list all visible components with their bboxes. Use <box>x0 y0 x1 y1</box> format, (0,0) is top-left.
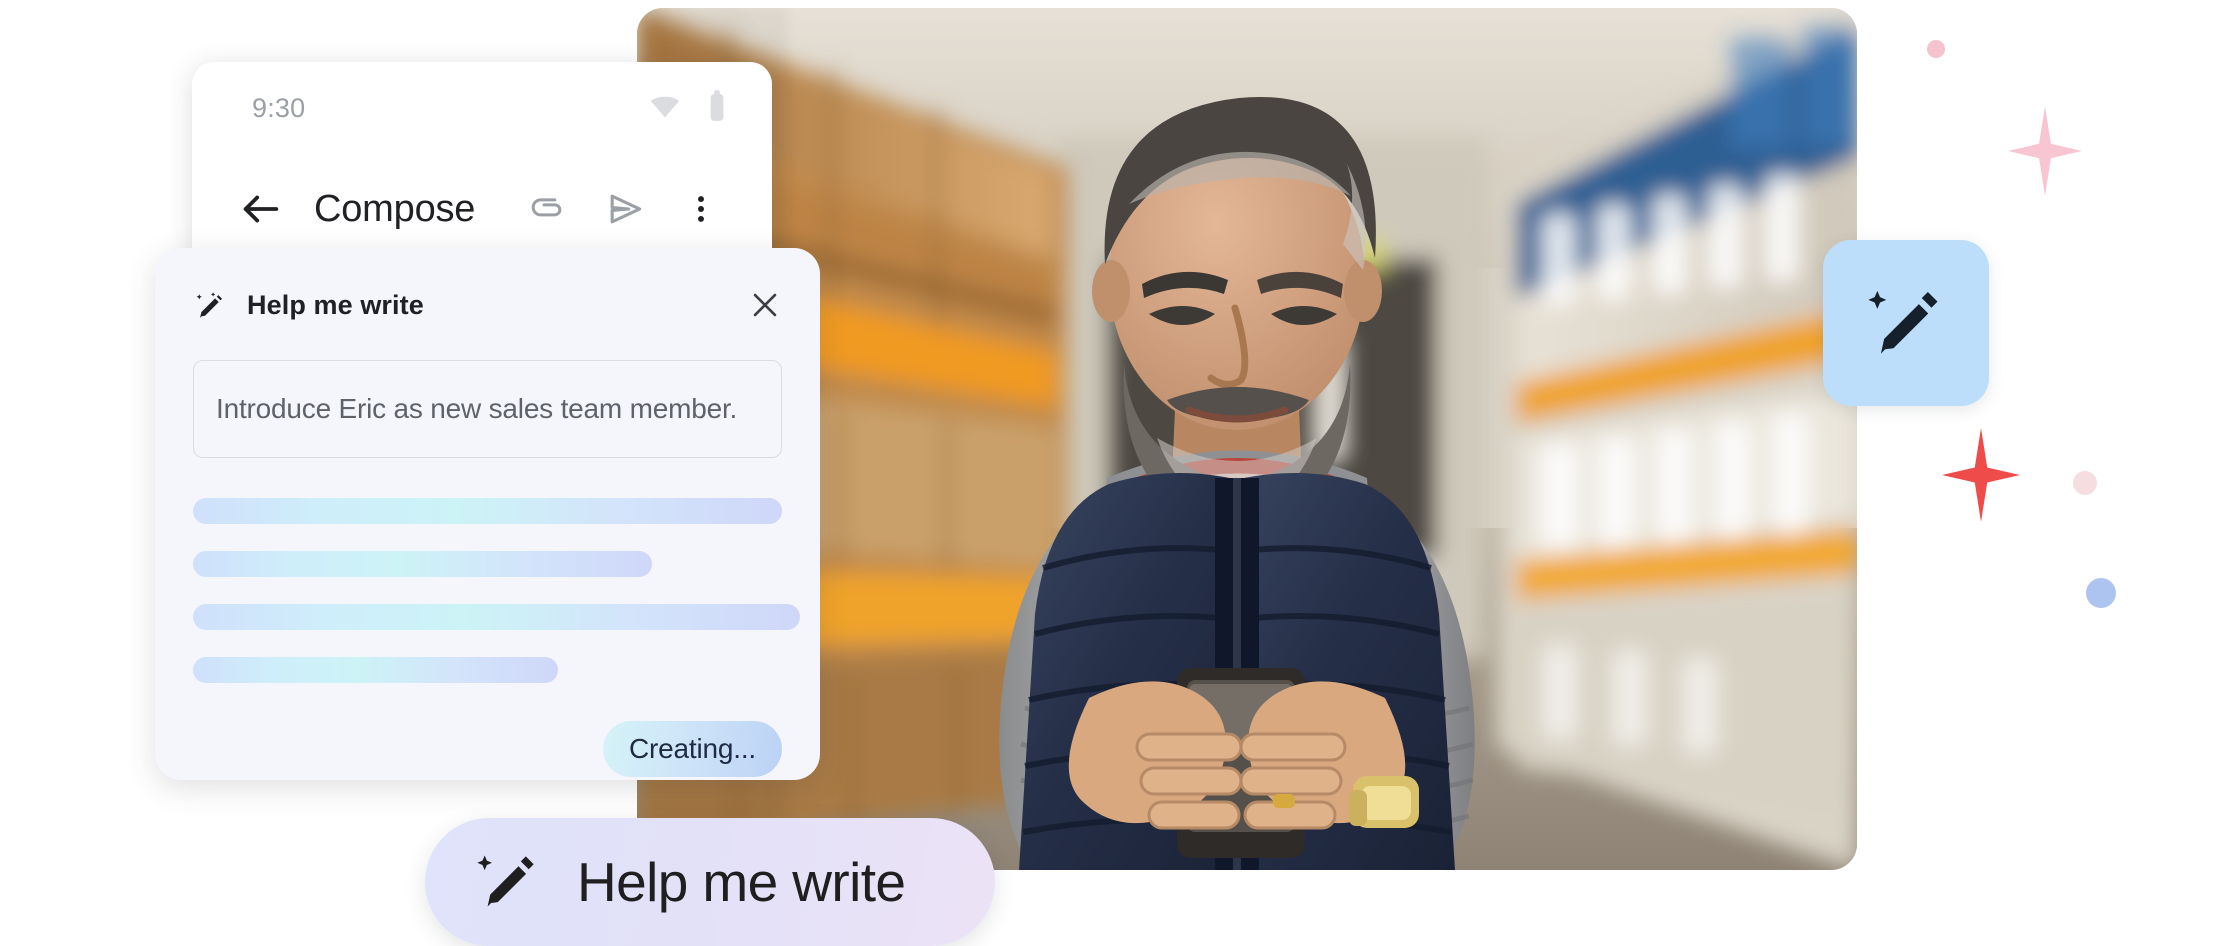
generating-skeleton <box>193 498 800 683</box>
pink-dot-small <box>1927 40 1945 58</box>
back-arrow-icon[interactable] <box>234 182 288 236</box>
compose-title: Compose <box>314 187 476 230</box>
red-sparkle <box>1942 428 2020 522</box>
page-root: 9:30 Compose Help me write Introduce Eri… <box>0 0 2240 946</box>
help-me-write-pill-button[interactable]: Help me write <box>425 818 995 946</box>
create-button[interactable]: Creating... <box>603 721 782 777</box>
magic-pencil-icon <box>473 845 543 920</box>
skeleton-line <box>193 498 782 524</box>
wifi-icon <box>648 89 682 128</box>
prompt-input[interactable]: Introduce Eric as new sales team member. <box>193 360 782 458</box>
status-bar-clock: 9:30 <box>252 92 306 123</box>
help-me-write-title: Help me write <box>247 289 424 320</box>
help-me-write-pill-label: Help me write <box>577 851 906 913</box>
hero-photo <box>637 8 1857 870</box>
magic-pencil-icon <box>193 288 227 322</box>
status-bar-icons <box>648 89 728 128</box>
pink-sparkle <box>2008 106 2082 196</box>
create-row: Creating... <box>193 721 782 777</box>
more-vertical-icon[interactable] <box>674 182 728 236</box>
close-icon[interactable] <box>748 288 782 322</box>
help-me-write-header: Help me write <box>193 278 782 332</box>
prompt-input-value: Introduce Eric as new sales team member. <box>216 393 738 424</box>
status-bar: 9:30 <box>192 62 772 154</box>
skeleton-line <box>193 657 559 683</box>
paperclip-icon[interactable] <box>522 182 576 236</box>
help-me-write-chip[interactable] <box>1823 240 1989 406</box>
magic-pencil-icon <box>1863 278 1949 369</box>
skeleton-line <box>193 604 800 630</box>
battery-icon <box>706 89 728 128</box>
skeleton-line <box>193 551 653 577</box>
send-icon[interactable] <box>598 182 652 236</box>
help-me-write-card: Help me write Introduce Eric as new sale… <box>155 248 820 780</box>
pink-dot-faint <box>2073 471 2097 495</box>
blue-dot <box>2086 578 2116 608</box>
